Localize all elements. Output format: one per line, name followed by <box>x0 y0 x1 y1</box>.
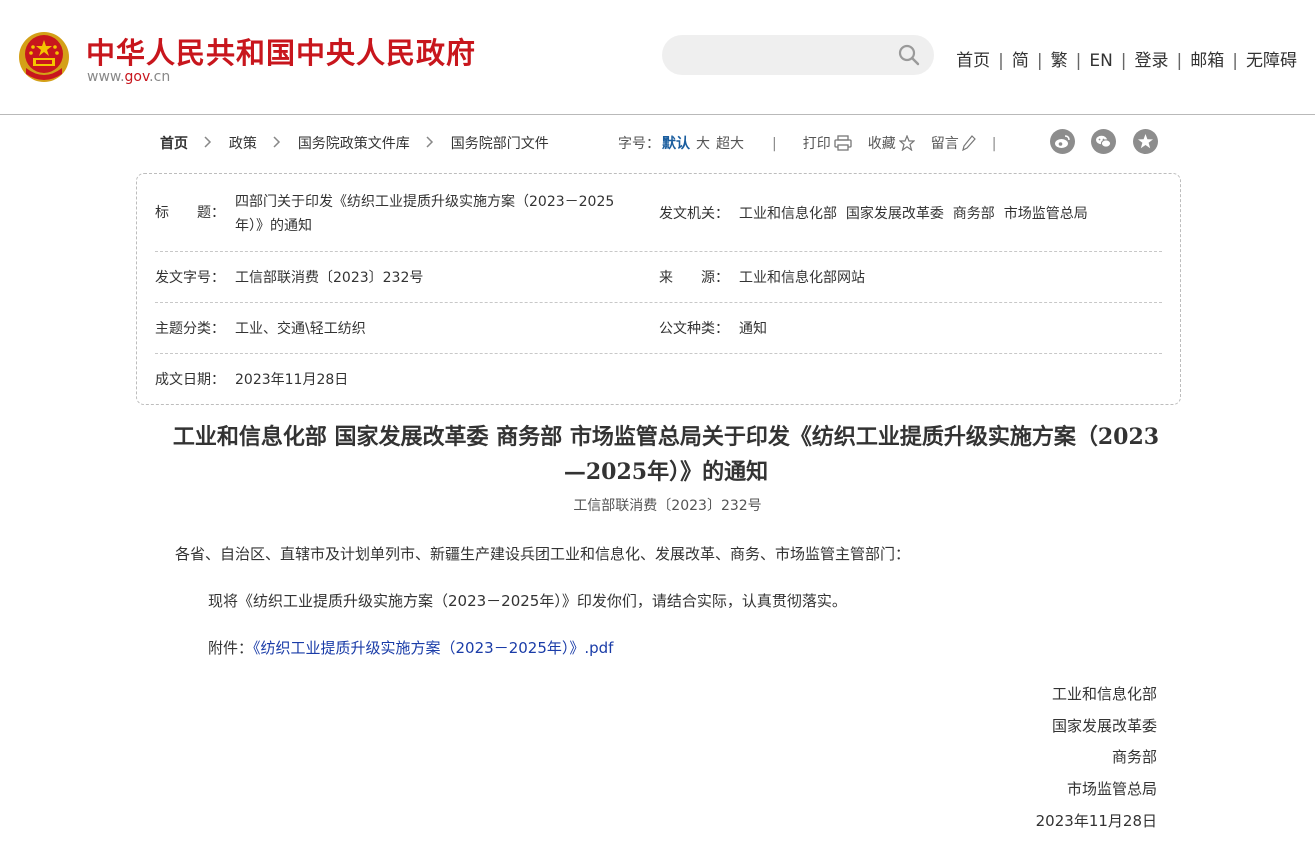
attachment-line: 附件：《纺织工业提质升级实施方案（2023－2025年）》.pdf <box>208 637 613 658</box>
nav-mailbox[interactable]: 邮箱 <box>1186 46 1228 71</box>
signature-miit: 工业和信息化部 <box>1051 685 1157 703</box>
article-doc-number: 工信部联消费〔2023〕232号 <box>573 498 762 514</box>
font-size-default[interactable]: 默认 <box>662 136 690 152</box>
nav-english[interactable]: EN <box>1085 51 1116 71</box>
search-box <box>662 35 934 75</box>
date-label: 成文日期： <box>155 372 225 388</box>
breadcrumb-policy-library[interactable]: 国务院政策文件库 <box>298 133 410 153</box>
doc-no-value: 工信部联消费〔2023〕232号 <box>235 270 424 286</box>
doc-no-label: 发文字号： <box>155 270 225 286</box>
attachment-link[interactable]: 《纺织工业提质升级实施方案（2023－2025年）》.pdf <box>253 639 613 657</box>
article-tools: 字号： 默认大超大 | 打印 收藏 留言 | <box>618 133 996 153</box>
site-domain[interactable]: www.gov.cn <box>87 69 170 85</box>
breadcrumb-policy[interactable]: 政策 <box>229 133 257 153</box>
nav-accessibility[interactable]: 无障碍 <box>1242 46 1301 71</box>
wechat-icon[interactable] <box>1091 129 1117 154</box>
breadcrumb-home[interactable]: 首页 <box>160 133 188 153</box>
category-value: 工业、交通\轻工纺织 <box>235 321 366 337</box>
source-label: 来 源： <box>659 270 729 286</box>
nav-traditional[interactable]: 繁 <box>1047 46 1072 71</box>
weibo-icon[interactable] <box>1050 129 1075 154</box>
doc-type-label: 公文种类： <box>659 321 729 337</box>
info-row-date: 成文日期： 2023年11月28日 <box>155 353 1162 401</box>
pencil-icon <box>961 135 976 152</box>
signature-mofcom: 商务部 <box>1111 748 1157 766</box>
info-row-category: 主题分类： 工业、交通\轻工纺织 公文种类： 通知 <box>155 302 1162 354</box>
font-size-label: 字号： <box>618 136 660 152</box>
print-button[interactable]: 打印 <box>803 133 852 153</box>
font-size-xlarge[interactable]: 超大 <box>716 136 744 152</box>
issuer-label: 发文机关： <box>659 206 729 222</box>
breadcrumb-bar: 首页 政策 国务院政策文件库 国务院部门文件 字号： 默认大超大 | 打印 收藏 留言 | <box>160 129 1160 155</box>
favorite-button[interactable]: 收藏 <box>868 133 916 153</box>
article-title: 工业和信息化部 国家发展改革委 商务部 市场监管总局关于印发《纺织工业提质升级实… <box>172 424 1160 485</box>
share-icons <box>1050 129 1170 154</box>
site-title[interactable]: 中华人民共和国中央人民政府 <box>86 30 476 72</box>
signature-ndrc: 国家发展改革委 <box>1051 717 1157 735</box>
date-value: 2023年11月28日 <box>235 372 349 388</box>
nav-login[interactable]: 登录 <box>1131 46 1173 71</box>
body-paragraph: 现将《纺织工业提质升级实施方案（2023－2025年）》印发你们，请结合实际，认… <box>208 592 847 610</box>
star-icon <box>898 134 916 152</box>
salutation: 各省、自治区、直辖市及计划单列市、新疆生产建设兵团工业和信息化、发展改革、商务、… <box>175 545 911 563</box>
site-header: 中华人民共和国中央人民政府 www.gov.cn 首页 | 简 | 繁 | EN | 登录 | 邮箱… <box>0 0 1315 115</box>
search-input[interactable] <box>680 44 884 68</box>
info-row-title: 标 题： 四部门关于印发《纺织工业提质升级实施方案（2023－2025年）》的通… <box>155 188 1162 252</box>
issuer-value: 工业和信息化部 国家发展改革委 商务部 市场监管总局 <box>739 206 1088 222</box>
top-nav: 首页 | 简 | 繁 | EN | 登录 | 邮箱 | 无障碍 <box>952 46 1301 71</box>
title-value: 四部门关于印发《纺织工业提质升级实施方案（2023－2025年）》的通知 <box>235 194 615 234</box>
info-row-docno: 发文字号： 工信部联消费〔2023〕232号 来 源： 工业和信息化部网站 <box>155 251 1162 303</box>
sign-date: 2023年11月28日 <box>1035 812 1157 830</box>
attachment-label: 附件： <box>208 639 254 657</box>
national-emblem-icon[interactable] <box>18 30 70 84</box>
source-value: 工业和信息化部网站 <box>739 270 865 286</box>
document-info-table: 标 题： 四部门关于印发《纺织工业提质升级实施方案（2023－2025年）》的通… <box>136 173 1181 405</box>
title-label: 标 题： <box>155 205 225 221</box>
signature-samr: 市场监管总局 <box>1066 780 1157 798</box>
font-size-large[interactable]: 大 <box>696 136 710 152</box>
search-icon[interactable] <box>898 44 920 66</box>
breadcrumb-department-docs[interactable]: 国务院部门文件 <box>451 133 549 153</box>
chevron-right-icon <box>204 136 212 148</box>
star-circle-icon[interactable] <box>1132 129 1158 154</box>
nav-home[interactable]: 首页 <box>952 46 994 71</box>
chevron-right-icon <box>273 136 281 148</box>
printer-icon <box>834 135 852 151</box>
comment-button[interactable]: 留言 <box>931 133 976 153</box>
doc-type-value: 通知 <box>739 321 767 337</box>
chevron-right-icon <box>426 136 434 148</box>
nav-simplified[interactable]: 简 <box>1008 46 1033 71</box>
category-label: 主题分类： <box>155 321 225 337</box>
